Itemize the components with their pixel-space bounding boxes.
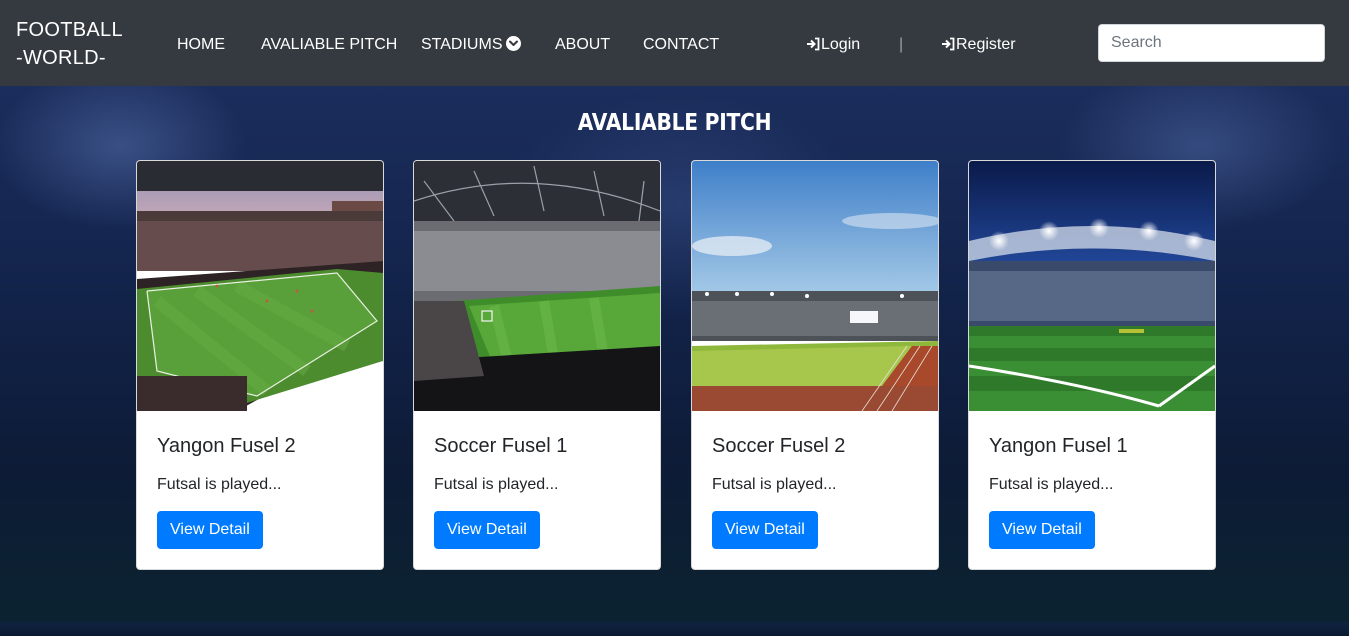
nav-link-home[interactable]: HOME <box>177 34 225 56</box>
view-detail-button[interactable]: View Detail <box>989 511 1095 549</box>
stadium-image <box>414 161 660 411</box>
brand-line-1[interactable]: FOOTBALL <box>16 16 123 44</box>
nav-link-contact[interactable]: CONTACT <box>643 34 719 56</box>
sign-in-icon <box>807 37 820 51</box>
stadium-image <box>969 161 1215 411</box>
card-text: Futsal is played... <box>157 476 282 493</box>
view-detail-button[interactable]: View Detail <box>434 511 540 549</box>
pitch-card: Soccer Fusel 1 Futsal is played... View … <box>413 160 661 570</box>
card-title: Yangon Fusel 1 <box>989 435 1128 457</box>
register-label: Register <box>956 36 1016 53</box>
sign-in-icon <box>942 37 955 51</box>
card-text: Futsal is played... <box>989 476 1114 493</box>
nav-link-avaliable-pitch[interactable]: AVALIABLE PITCH <box>261 34 397 56</box>
pitch-card: Yangon Fusel 1 Futsal is played... View … <box>968 160 1216 570</box>
pitch-card: Soccer Fusel 2 Futsal is played... View … <box>691 160 939 570</box>
card-text: Futsal is played... <box>712 476 837 493</box>
view-detail-button[interactable]: View Detail <box>157 511 263 549</box>
login-label: Login <box>821 36 861 53</box>
login-link[interactable]: Login <box>806 34 860 56</box>
brand-line-2[interactable]: -WORLD- <box>16 44 123 72</box>
stadium-image <box>137 161 383 411</box>
card-title: Soccer Fusel 1 <box>434 435 568 457</box>
card-text: Futsal is played... <box>434 476 559 493</box>
stadium-image <box>692 161 938 411</box>
search-input[interactable] <box>1098 24 1325 62</box>
nav-divider: | <box>899 36 904 53</box>
pitch-card: Yangon Fusel 2 Futsal is played... View … <box>136 160 384 570</box>
navbar: FOOTBALL -WORLD- HOME AVALIABLE PITCH ST… <box>0 0 1349 86</box>
card-title: Yangon Fusel 2 <box>157 435 296 457</box>
brand-logo[interactable]: FOOTBALL -WORLD- <box>16 16 123 72</box>
nav-link-stadiums-label: STADIUMS <box>421 36 503 53</box>
nav-link-about[interactable]: ABOUT <box>555 34 610 56</box>
nav-link-stadiums[interactable]: STADIUMS <box>421 34 522 56</box>
section-title: AVALIABLE PITCH <box>577 110 772 136</box>
card-title: Soccer Fusel 2 <box>712 435 846 457</box>
chevron-circle-down-icon <box>506 36 522 51</box>
view-detail-button[interactable]: View Detail <box>712 511 818 549</box>
hero-bottom-strip <box>0 622 1349 636</box>
register-link[interactable]: Register <box>941 34 1016 56</box>
